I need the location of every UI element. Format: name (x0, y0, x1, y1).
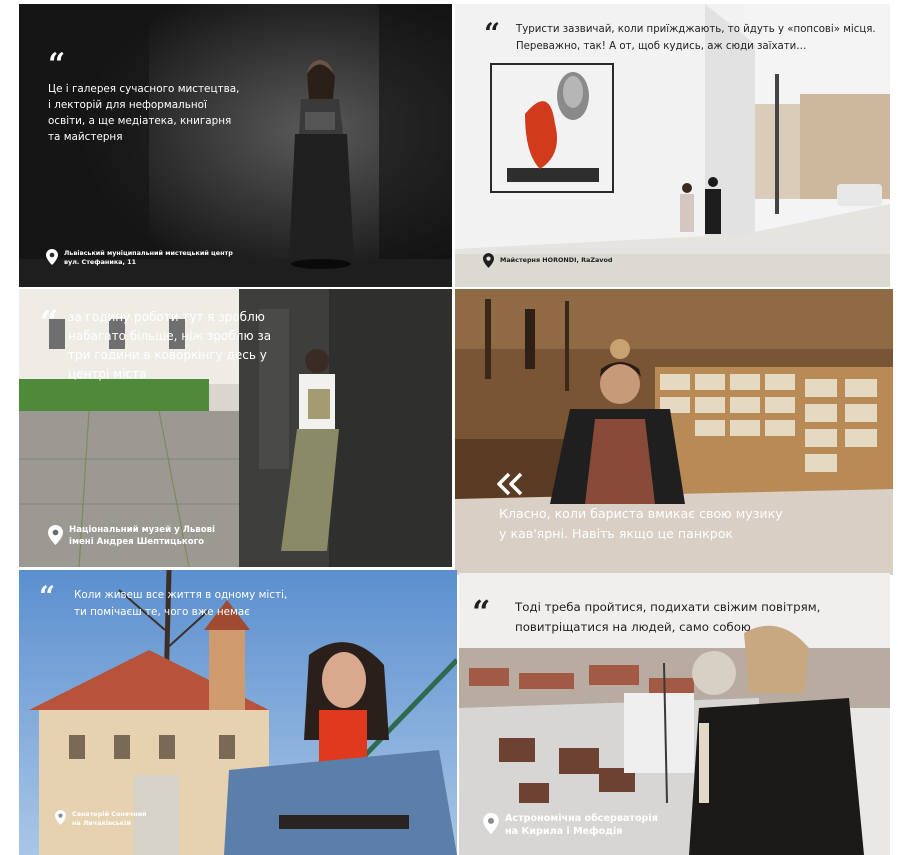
tile-quote: Тоді треба пройтися, подихати свіжим пов… (515, 600, 821, 635)
tile-quote: Туристи зазвичай, коли приїжджають, то й… (516, 24, 876, 53)
tile-location: Майстерня HORONDI, RaZavod (483, 253, 612, 268)
quote-icon: “ (48, 47, 66, 82)
tile-sanatorium: “ Коли живеш все життя в одному місті, т… (19, 570, 457, 855)
tile-workshop: Класно, коли бариста вмикає свою музику … (455, 289, 893, 575)
tile-quote: за годину роботи тут я зроблю набагато б… (68, 310, 272, 381)
tile-location: Національний музей у Львові імені Андрея… (48, 525, 215, 548)
location-pin-icon (483, 253, 494, 268)
quote-icon: “ (40, 303, 59, 341)
tile-location: Львівський муніципальний мистецький цент… (46, 249, 233, 266)
location-label: Національний музей у Львові імені Андрея… (69, 525, 216, 547)
location-pin-icon (48, 525, 63, 545)
tile-mural: “ Туристи зазвичай, коли приїжджають, то… (455, 4, 890, 287)
tile-gallery: “ Це і галерея сучасного мистецтва, і ле… (19, 4, 452, 287)
photo-collage: “ Це і галерея сучасного мистецтва, і ле… (0, 0, 898, 855)
location-pin-icon (46, 249, 58, 265)
quote-icon: “ (39, 580, 56, 613)
location-label: Астрономічна обсерваторія на Кирила і Ме… (505, 813, 658, 837)
quote-icon: “ (484, 17, 501, 50)
tile-location: Астрономічна обсерваторія на Кирила і Ме… (483, 813, 658, 839)
location-label: Львівський муніципальний мистецький цент… (64, 249, 233, 266)
tile-location: Санаторій Сонячний на Личаківській (55, 810, 147, 827)
location-pin-icon (483, 813, 499, 834)
location-pin-icon (55, 810, 66, 825)
gallery-photo (19, 4, 452, 287)
quote-icon: “ (472, 593, 491, 631)
tile-quote: Коли живеш все життя в одному місті, ти … (74, 589, 288, 619)
tile-quote: Класно, коли бариста вмикає свою музику … (499, 506, 783, 542)
chevron-left-icon (497, 472, 523, 496)
tile-museum: “ за годину роботи тут я зроблю набагато… (19, 289, 452, 567)
location-label: Майстерня HORONDI, RaZavod (500, 256, 613, 264)
location-label: Санаторій Сонячний на Личаківській (72, 810, 147, 827)
tile-quote: Це і галерея сучасного мистецтва, і лект… (48, 83, 240, 144)
tile-observatory: “ Тоді треба пройтися, подихати свіжим п… (459, 573, 890, 855)
